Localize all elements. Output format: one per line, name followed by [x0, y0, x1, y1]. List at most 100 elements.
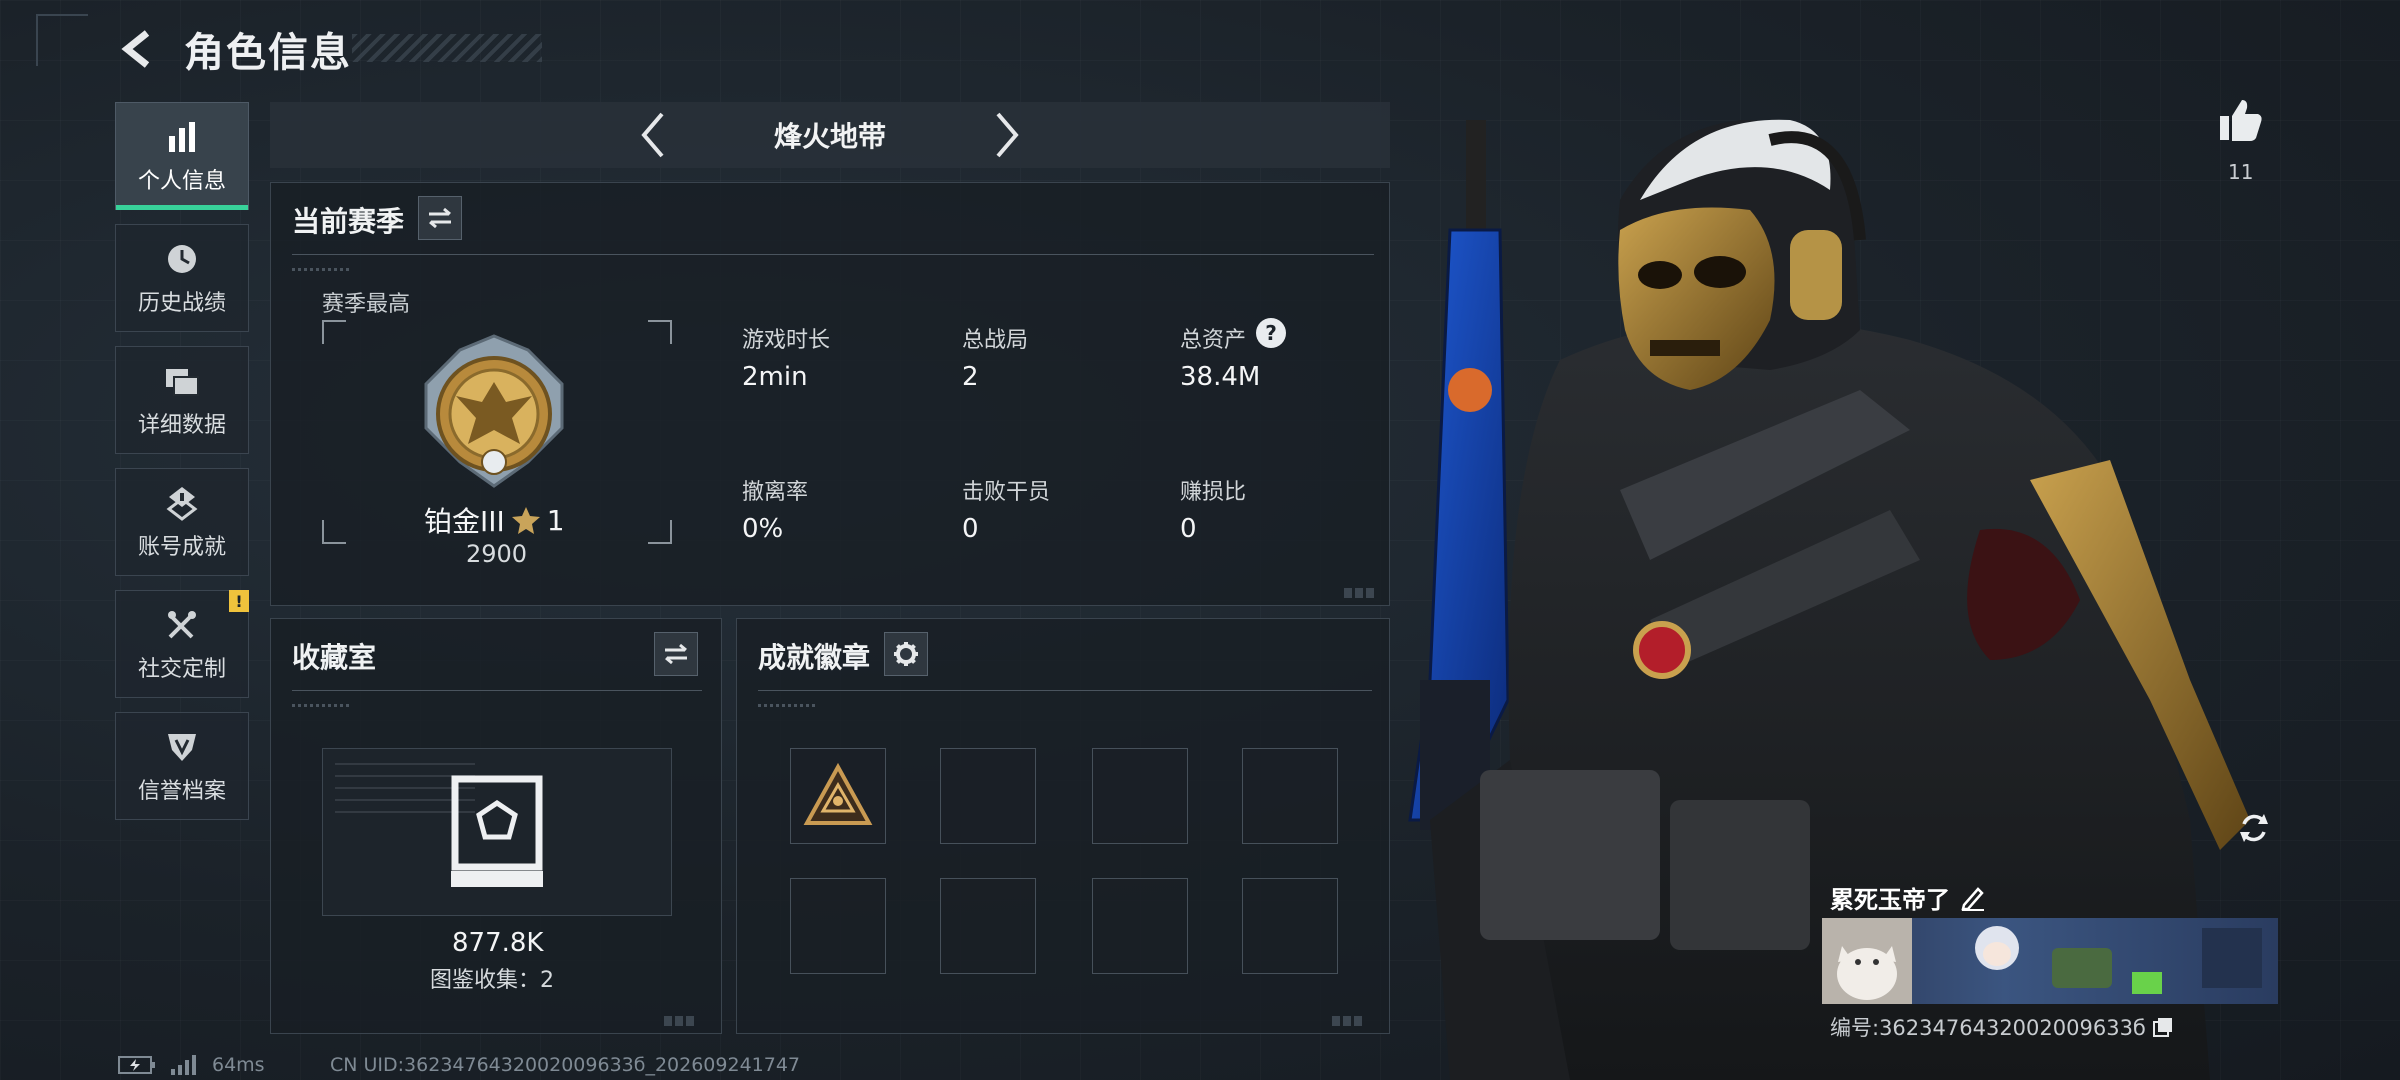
nav-label: 账号成就	[137, 535, 226, 560]
back-arrow-icon	[121, 30, 150, 68]
corner-deco	[1332, 1016, 1362, 1026]
rank-stars: 1	[546, 503, 565, 537]
battery-icon	[118, 1056, 155, 1074]
badge-slot[interactable]	[1092, 748, 1188, 844]
star-icon	[511, 507, 540, 534]
chevron-right-icon	[996, 112, 1019, 158]
triangle-badge-icon	[803, 763, 873, 825]
name-card-art	[1822, 918, 2262, 1004]
swap-icon	[665, 643, 687, 665]
gear-icon	[894, 642, 918, 666]
stat-label-kills: 击败干员	[962, 480, 1051, 505]
chevron-left-icon	[641, 112, 664, 158]
divider-deco	[758, 704, 818, 707]
nav-label: 社交定制	[137, 657, 226, 682]
name-card[interactable]	[1822, 918, 2278, 1004]
season-title: 当前赛季	[292, 205, 405, 238]
help-icon[interactable]: ?	[1256, 318, 1286, 348]
stat-value-assets: 38.4M	[1180, 362, 1261, 392]
divider	[292, 690, 702, 691]
copy-icon[interactable]	[2152, 1016, 2174, 1038]
collection-title: 收藏室	[292, 641, 377, 674]
collection-switch-button[interactable]	[654, 632, 698, 676]
ping-text: 64ms	[212, 1054, 265, 1076]
status-bar: 64ms	[118, 1054, 265, 1076]
clock-icon	[162, 239, 202, 279]
stat-label-assets: 总资产	[1180, 328, 1247, 353]
like-button[interactable]	[2216, 96, 2266, 146]
nav-label: 详细数据	[137, 413, 226, 438]
stat-value-matches: 2	[962, 362, 979, 392]
vault-gem-icon	[451, 775, 543, 887]
collection-showcase[interactable]	[322, 748, 672, 916]
refresh-icon	[2240, 814, 2268, 842]
badge-slot[interactable]	[940, 748, 1036, 844]
rank-emblem-icon	[424, 334, 564, 488]
frame-bracket	[648, 520, 672, 544]
stat-label-extract-rate: 撤离率	[742, 480, 809, 505]
stat-label-matches: 总战局	[962, 328, 1029, 353]
stat-value-kills: 0	[962, 514, 979, 544]
nav-item-achievements[interactable]: 账号成就	[115, 468, 249, 576]
divider-deco	[292, 704, 352, 707]
nav-item-personal-info[interactable]: 个人信息	[115, 102, 249, 210]
season-best-label: 赛季最高	[322, 292, 411, 317]
badge-slot[interactable]	[1242, 748, 1338, 844]
nav-item-reputation[interactable]: 信誉档案	[115, 712, 249, 820]
badges-settings-button[interactable]	[884, 632, 928, 676]
mode-selector: 烽火地带	[270, 102, 1390, 168]
edit-name-icon[interactable]	[1960, 885, 1986, 911]
mode-next-button[interactable]	[982, 110, 1032, 160]
stat-value-playtime: 2min	[742, 362, 808, 392]
badge-slot[interactable]	[1092, 878, 1188, 974]
stat-label-profit-ratio: 赚损比	[1180, 480, 1247, 505]
thumbs-up-icon	[2220, 100, 2262, 141]
rank-name: 铂金III 1	[424, 500, 565, 540]
badges-title: 成就徽章	[758, 641, 871, 674]
shield-icon	[162, 727, 202, 767]
medal-icon	[162, 483, 202, 523]
bar-chart-icon	[162, 117, 202, 157]
season-switch-button[interactable]	[418, 196, 462, 240]
page-title: 角色信息	[184, 30, 352, 76]
stat-label-playtime: 游戏时长	[742, 328, 831, 353]
badge-slot[interactable]	[790, 878, 886, 974]
back-button[interactable]	[112, 24, 162, 74]
nav-label: 历史战绩	[137, 291, 226, 316]
nav-label: 个人信息	[137, 169, 226, 194]
frame-corner	[36, 14, 88, 66]
frame-bracket	[322, 320, 346, 344]
player-id-text: 编号:3623476432002009633б	[1830, 1016, 2146, 1040]
signal-icon	[171, 1055, 196, 1075]
nav-item-social-custom[interactable]: ! 社交定制	[115, 590, 249, 698]
nav-item-detailed-data[interactable]: 详细数据	[115, 346, 249, 454]
stat-value-extract-rate: 0%	[742, 514, 784, 544]
divider-deco	[292, 268, 352, 271]
swap-icon	[429, 207, 451, 229]
badge-slot[interactable]	[1242, 878, 1338, 974]
uid-text: CN UID:3623476432002009633б_202609241747	[330, 1054, 801, 1076]
mode-title: 烽火地带	[773, 120, 886, 153]
player-name-text: 累死玉帝了	[1830, 886, 1950, 914]
like-count: 11	[2228, 160, 2254, 184]
rotate-view-button[interactable]	[2232, 806, 2276, 850]
divider	[758, 690, 1372, 691]
stat-value-profit-ratio: 0	[1180, 514, 1197, 544]
rank-score: 2900	[466, 540, 528, 568]
collection-value: 877.8K	[452, 928, 544, 958]
rank-name-text: 铂金III	[424, 505, 505, 538]
frame-bracket	[648, 320, 672, 344]
divider	[292, 254, 1374, 255]
badge-slot[interactable]	[940, 878, 1036, 974]
side-nav: 个人信息 历史战绩 详细数据 账号成就 ! 社交定制 信誉档案	[115, 102, 251, 834]
corner-deco	[1344, 588, 1374, 598]
player-name: 累死玉帝了	[1830, 880, 1986, 915]
folder-icon	[162, 361, 202, 401]
title-decoration	[352, 34, 542, 62]
nav-item-history[interactable]: 历史战绩	[115, 224, 249, 332]
frame-bracket	[322, 520, 346, 544]
mode-prev-button[interactable]	[628, 110, 678, 160]
tools-icon	[162, 605, 202, 645]
badge-slot[interactable]	[790, 748, 886, 844]
player-id: 编号:3623476432002009633б	[1830, 1012, 2174, 1042]
